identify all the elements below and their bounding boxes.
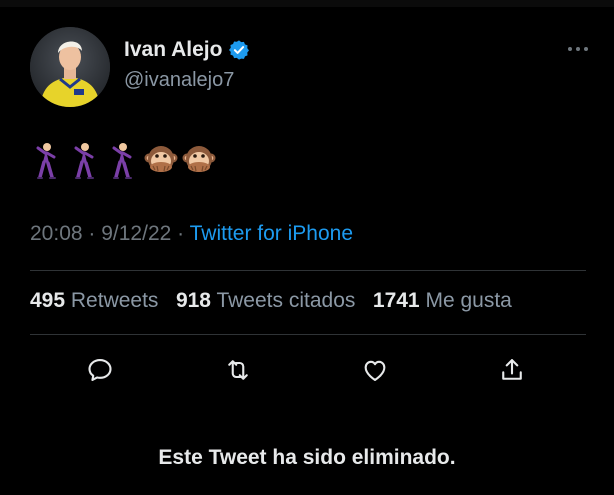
speak-no-evil-monkey-icon [144,142,178,180]
reply-icon[interactable] [86,356,114,384]
user-handle[interactable]: @ivanalejo7 [124,69,250,92]
dancing-figure-icon [30,142,62,180]
like-icon[interactable] [361,356,389,384]
tweet-header: Ivan Alejo @ivanalejo7 [30,27,590,107]
retweet-icon[interactable] [224,356,252,384]
tweet-actions [0,356,614,384]
dancing-figure-icon [68,142,100,180]
tweet-time[interactable]: 20:08 [30,222,83,245]
quotes-count: 918 [175,289,211,312]
author-names: Ivan Alejo @ivanalejo7 [124,37,250,92]
tweet-source-link[interactable]: Twitter for iPhone [190,222,353,245]
engagement-stats: 495 Retweets 918 Tweets citados 1741 Me … [30,289,512,313]
divider [30,334,586,335]
display-name[interactable]: Ivan Alejo [124,38,222,62]
meta-separator: · [171,222,190,245]
retweets-label: Retweets [70,289,159,312]
quotes-label: Tweets citados [216,289,356,312]
retweets-stat[interactable]: 495 Retweets [30,289,158,312]
deleted-tweet-notice: Este Tweet ha sido eliminado. [158,446,456,469]
avatar[interactable] [30,27,110,107]
tweet-metadata: 20:08 · 9/12/22 · Twitter for iPhone [30,222,353,246]
divider [30,270,586,271]
share-icon[interactable] [498,356,526,384]
speak-no-evil-monkey-icon [182,142,216,180]
likes-count: 1741 [372,289,420,312]
likes-label: Me gusta [425,289,512,312]
top-border [0,0,614,7]
dancing-figure-icon [106,142,138,180]
retweets-count: 495 [30,289,66,312]
tweet-body-emojis [30,142,216,180]
tweet-date[interactable]: 9/12/22 [101,222,171,245]
display-name-row: Ivan Alejo [124,37,250,63]
meta-separator: · [82,222,102,245]
quotes-stat[interactable]: 918 Tweets citados [176,289,355,312]
more-options-icon[interactable] [566,41,590,51]
likes-stat[interactable]: 1741 Me gusta [373,289,512,312]
verified-badge-icon [228,39,250,61]
